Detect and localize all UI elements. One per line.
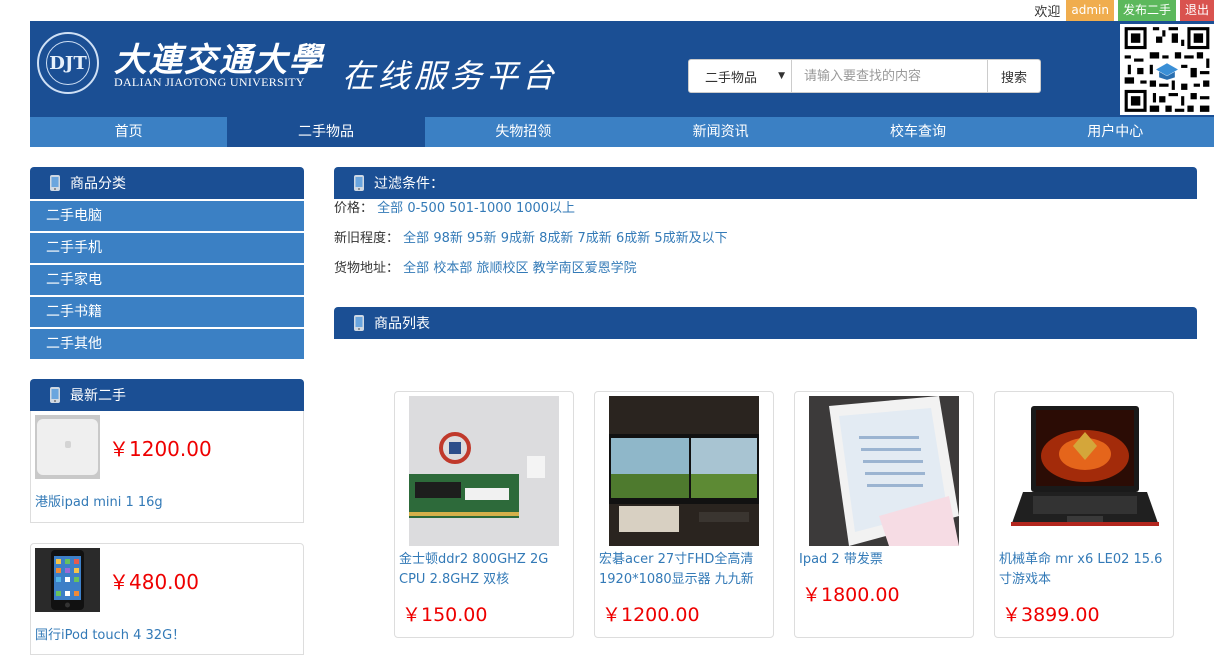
phone-icon bbox=[50, 387, 60, 403]
category-item-phone[interactable]: 二手手机 bbox=[30, 233, 304, 263]
search-category-select[interactable]: 二手物品 ▼ bbox=[688, 59, 792, 93]
location-filter: 货物地址： 全部 校本部 旅顺校区 教学南区爱恩学院 bbox=[334, 261, 1197, 291]
goods-card[interactable]: Ipad 2 带发票 ￥1800.00 bbox=[794, 391, 974, 638]
goods-card[interactable]: 机械革命 mr x6 LE02 15.6寸游戏本 ￥3899.00 bbox=[994, 391, 1174, 638]
latest-item[interactable]: ￥480.00 国行iPod touch 4 32G！ bbox=[30, 543, 304, 655]
latest-item-title[interactable]: 港版ipad mini 1 16g bbox=[35, 491, 163, 510]
filter-panel: 价格： 全部 0-500 501-1000 1000以上 新旧程度： 全部 98… bbox=[334, 199, 1197, 291]
location-filter-label: 货物地址： bbox=[334, 261, 400, 276]
search-input[interactable] bbox=[792, 59, 988, 93]
nav-user-center[interactable]: 用户中心 bbox=[1017, 117, 1214, 147]
condition-option-all[interactable]: 全部 bbox=[403, 231, 429, 246]
latest-title: 最新二手 bbox=[70, 388, 126, 404]
left-sidebar: 商品分类 二手电脑 二手手机 二手家电 二手书籍 二手其他 最新二手 ￥1200… bbox=[30, 167, 304, 655]
condition-option-98[interactable]: 98新 bbox=[433, 231, 463, 246]
goods-card-title[interactable]: Ipad 2 带发票 bbox=[799, 550, 969, 570]
price-option-0-500[interactable]: 0-500 bbox=[407, 201, 445, 216]
price-filter: 价格： 全部 0-500 501-1000 1000以上 bbox=[334, 201, 1197, 231]
nav-home[interactable]: 首页 bbox=[30, 117, 227, 147]
ipod-touch-thumbnail bbox=[35, 548, 100, 612]
top-user-bar: 欢迎 admin 发布二手 退出 bbox=[1034, 0, 1214, 21]
condition-filter: 新旧程度： 全部 98新 95新 9成新 8成新 7成新 6成新 5成新及以下 bbox=[334, 231, 1197, 261]
goods-card-price: ￥1800.00 bbox=[802, 584, 900, 606]
location-option-lushun-campus[interactable]: 旅顺校区 bbox=[476, 261, 528, 276]
category-list: 二手电脑 二手手机 二手家电 二手书籍 二手其他 bbox=[30, 201, 304, 359]
search-bar: 二手物品 ▼ 搜索 bbox=[688, 59, 1041, 93]
categories-heading: 商品分类 bbox=[30, 167, 304, 199]
categories-title: 商品分类 bbox=[70, 176, 126, 192]
monitor-image bbox=[609, 396, 759, 546]
filter-title: 过滤条件： bbox=[374, 176, 444, 192]
latest-item-price: ￥1200.00 bbox=[109, 437, 212, 461]
goods-card[interactable]: 金士顿ddr2 800GHZ 2G CPU 2.8GHZ 双核 ￥150.00 bbox=[394, 391, 574, 638]
location-option-all[interactable]: 全部 bbox=[403, 261, 429, 276]
platform-title: 在线服务平台 bbox=[342, 57, 559, 95]
admin-user-link[interactable]: admin bbox=[1066, 0, 1114, 21]
category-item-computer[interactable]: 二手电脑 bbox=[30, 201, 304, 231]
goods-card-title[interactable]: 金士顿ddr2 800GHZ 2G CPU 2.8GHZ 双核 bbox=[399, 550, 569, 590]
goods-list-heading: 商品列表 bbox=[334, 307, 1197, 339]
ipad-image bbox=[809, 396, 959, 546]
nav-shuttle-bus[interactable]: 校车查询 bbox=[819, 117, 1016, 147]
condition-option-95[interactable]: 95新 bbox=[467, 231, 497, 246]
price-option-501-1000[interactable]: 501-1000 bbox=[449, 201, 512, 216]
goods-card-price: ￥3899.00 bbox=[1002, 604, 1100, 626]
goods-card-title[interactable]: 宏碁acer 27寸FHD全高清1920*1080显示器 九九新 bbox=[599, 550, 769, 590]
site-header: DJT 大連交通大學 DALIAN JIAOTONG UNIVERSITY 在线… bbox=[30, 21, 1214, 117]
condition-option-70[interactable]: 7成新 bbox=[578, 231, 612, 246]
condition-option-90[interactable]: 9成新 bbox=[501, 231, 535, 246]
logo-mark: DJT bbox=[46, 41, 90, 85]
main-content: 过滤条件： 价格： 全部 0-500 501-1000 1000以上 新旧程度：… bbox=[334, 167, 1197, 339]
phone-icon bbox=[50, 175, 60, 191]
nav-lost-and-found[interactable]: 失物招领 bbox=[425, 117, 622, 147]
phone-icon bbox=[354, 315, 364, 331]
memory-module-image bbox=[409, 396, 559, 546]
category-item-appliance[interactable]: 二手家电 bbox=[30, 265, 304, 295]
filter-heading: 过滤条件： bbox=[334, 167, 1197, 199]
gaming-laptop-image bbox=[1009, 396, 1159, 546]
condition-option-50-below[interactable]: 5成新及以下 bbox=[654, 231, 727, 246]
latest-heading: 最新二手 bbox=[30, 379, 304, 411]
latest-item-title[interactable]: 国行iPod touch 4 32G！ bbox=[35, 624, 185, 643]
price-option-all[interactable]: 全部 bbox=[377, 201, 403, 216]
price-filter-label: 价格： bbox=[334, 201, 374, 216]
location-option-south-campus[interactable]: 教学南区爱恩学院 bbox=[533, 261, 637, 276]
logout-button[interactable]: 退出 bbox=[1179, 0, 1214, 21]
phone-icon bbox=[354, 175, 364, 191]
latest-item[interactable]: ￥1200.00 港版ipad mini 1 16g bbox=[30, 411, 304, 523]
main-nav: 首页 二手物品 失物招领 新闻资讯 校车查询 用户中心 bbox=[30, 117, 1214, 147]
ipad-mini-thumbnail bbox=[35, 415, 100, 479]
qr-code-icon bbox=[1120, 24, 1214, 115]
latest-section: 最新二手 ￥1200.00 港版ipad mini 1 16g ￥480.00 … bbox=[30, 379, 304, 655]
search-button[interactable]: 搜索 bbox=[988, 59, 1041, 93]
nav-news[interactable]: 新闻资讯 bbox=[622, 117, 819, 147]
goods-grid: 金士顿ddr2 800GHZ 2G CPU 2.8GHZ 双核 ￥150.00 … bbox=[394, 391, 1174, 638]
condition-option-80[interactable]: 8成新 bbox=[539, 231, 573, 246]
university-logo-icon: DJT bbox=[37, 32, 99, 94]
goods-card-title[interactable]: 机械革命 mr x6 LE02 15.6寸游戏本 bbox=[999, 550, 1169, 590]
university-name-cn: 大連交通大學 bbox=[114, 40, 324, 79]
caret-down-icon: ▼ bbox=[778, 71, 785, 81]
university-name-en: DALIAN JIAOTONG UNIVERSITY bbox=[114, 75, 305, 89]
welcome-text: 欢迎 bbox=[1034, 5, 1061, 20]
goods-card[interactable]: 宏碁acer 27寸FHD全高清1920*1080显示器 九九新 ￥1200.0… bbox=[594, 391, 774, 638]
publish-secondhand-button[interactable]: 发布二手 bbox=[1117, 0, 1176, 21]
category-item-book[interactable]: 二手书籍 bbox=[30, 297, 304, 327]
goods-card-price: ￥150.00 bbox=[402, 604, 488, 626]
latest-item-price: ￥480.00 bbox=[109, 570, 199, 594]
goods-card-price: ￥1200.00 bbox=[602, 604, 700, 626]
goods-list-title: 商品列表 bbox=[374, 316, 430, 332]
price-option-over-1000[interactable]: 1000以上 bbox=[516, 201, 575, 216]
location-option-main-campus[interactable]: 校本部 bbox=[433, 261, 472, 276]
search-category-value: 二手物品 bbox=[705, 70, 758, 86]
condition-filter-label: 新旧程度： bbox=[334, 231, 400, 246]
category-item-other[interactable]: 二手其他 bbox=[30, 329, 304, 359]
condition-option-60[interactable]: 6成新 bbox=[616, 231, 650, 246]
nav-secondhand[interactable]: 二手物品 bbox=[227, 117, 425, 147]
